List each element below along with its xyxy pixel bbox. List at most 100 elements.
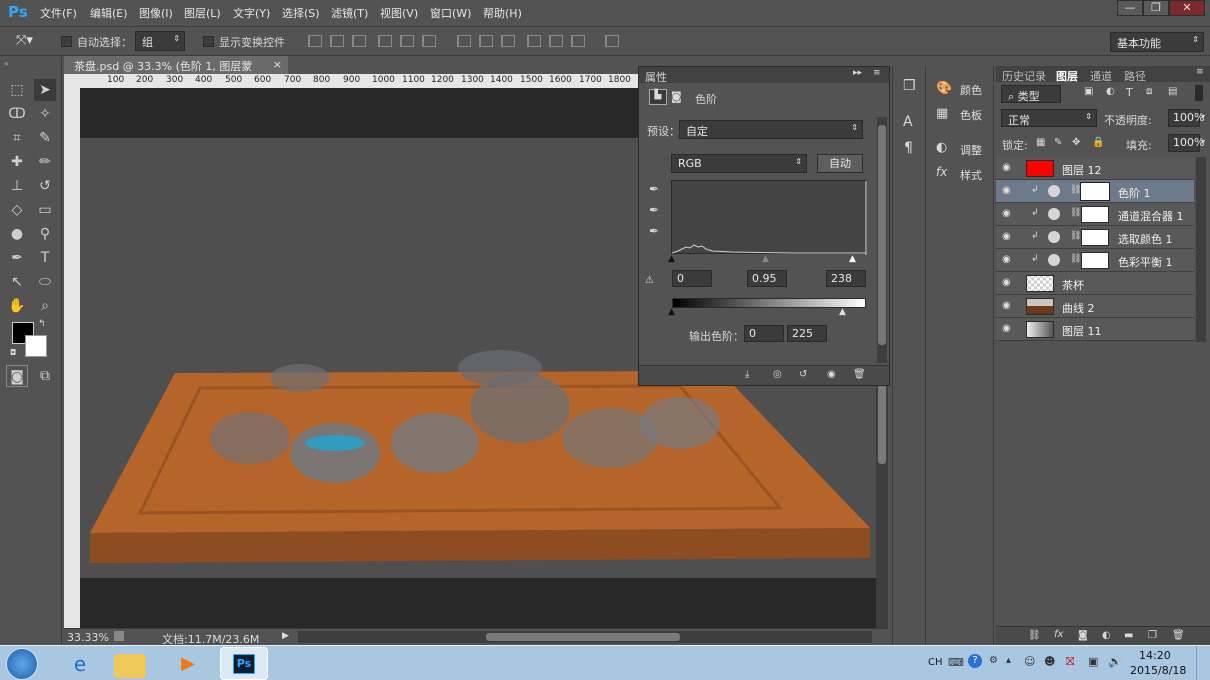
align-bottom-icon[interactable] [352,35,366,47]
blend-mode-dropdown[interactable]: 正常 ⇕ [1001,109,1097,127]
photoshop-taskbar-button[interactable]: Ps [220,647,268,680]
distribute-vcenter-icon[interactable] [479,35,493,47]
levels-icon[interactable]: ▙ [649,89,667,105]
output-black-slider[interactable]: ▲ [668,307,675,317]
panel-menu-icon[interactable]: ≡ [1196,67,1204,77]
menu-edit[interactable]: 编辑(E) [90,5,128,21]
input-white-field[interactable]: 238 [826,270,866,287]
distribute-hcenter-icon[interactable] [549,35,563,47]
screen-mode-icon[interactable]: ⧉ [34,365,56,387]
output-black-field[interactable]: 0 [744,325,784,342]
distribute-bottom-icon[interactable] [501,35,515,47]
layer-row[interactable]: ◉ ↲ ⛓ 选取颜色 1 [996,226,1194,249]
menu-window[interactable]: 窗口(W) [430,5,471,21]
minimize-button[interactable]: — [1117,0,1143,16]
close-tab-icon[interactable]: × [273,58,282,71]
chevron-down-icon[interactable]: ▾ [1201,112,1205,121]
link-icon[interactable]: ⛓ [1070,185,1081,195]
clip-to-layer-icon[interactable]: ⤓ [745,369,749,380]
preset-dropdown[interactable]: 自定 ⇕ [679,120,863,139]
layer-row[interactable]: ◉ 图层 12 [996,157,1194,180]
restore-button[interactable]: ❐ [1143,0,1169,16]
ruler-origin[interactable] [64,74,80,88]
settings-icon[interactable]: ⚙ [989,655,998,666]
eye-icon[interactable]: ◉ [1002,277,1014,288]
align-top-icon[interactable] [308,35,322,47]
show-desktop-button[interactable] [1196,646,1210,680]
eye-icon[interactable]: ◉ [1002,231,1014,242]
layers-scrollbar[interactable] [1196,157,1206,342]
eye-icon[interactable]: ◉ [1002,208,1014,219]
align-hcenter-icon[interactable] [400,35,414,47]
mask-icon[interactable]: ◙ [671,90,682,103]
workspace-dropdown[interactable]: 基本功能 ⇕ [1110,32,1204,52]
menu-type[interactable]: 文字(Y) [233,5,270,21]
white-eyedropper-icon[interactable]: ✒ [649,224,659,238]
reset-icon[interactable]: ↺ [799,369,807,380]
output-white-field[interactable]: 225 [787,325,827,342]
fill-field[interactable]: 100% [1168,134,1204,152]
swap-colors-icon[interactable]: ↰ [38,319,46,329]
display-icon[interactable]: ▣ [1088,655,1098,668]
layer-filter-dropdown[interactable]: ⌕ 类型 [1001,85,1061,103]
new-group-icon[interactable]: ▬ [1124,630,1133,641]
menu-file[interactable]: 文件(F) [40,5,77,21]
volume-icon[interactable]: 🔊 [1108,655,1122,668]
tab-paths[interactable]: 路径 [1124,68,1146,84]
scrollbar-thumb[interactable] [486,633,680,641]
scrollbar-thumb[interactable] [878,125,886,345]
color-panel-label[interactable]: 颜色 [960,82,982,98]
adjustments-icon[interactable]: ◐ [936,140,947,155]
status-arrow-icon[interactable]: ▶ [282,631,289,641]
properties-scrollbar[interactable] [877,117,887,363]
internet-explorer-icon[interactable]: e [60,649,100,679]
menu-layer[interactable]: 图层(L) [184,5,221,21]
layer-row[interactable]: ◉ ↲ ⛓ 色阶 1 [996,180,1194,203]
tab-channels[interactable]: 通道 [1090,68,1112,84]
eye-icon[interactable]: ◉ [1002,162,1014,173]
menu-help[interactable]: 帮助(H) [483,5,522,21]
trash-icon[interactable]: 🗑 [1172,630,1185,641]
layer-row[interactable]: ◉ 图层 11 [996,318,1194,341]
input-gamma-slider[interactable]: ▲ [762,254,769,264]
layer-row[interactable]: ◉ 茶杯 [996,272,1194,295]
panel-menu-icon[interactable]: ≡ [873,68,881,78]
filter-adjustment-icon[interactable]: ◐ [1106,86,1115,97]
link-icon[interactable]: ⛓ [1070,208,1081,218]
auto-button[interactable]: 自动 [817,154,863,173]
collapse-arrows-icon[interactable]: « [4,59,9,68]
scrollbar-thumb[interactable] [878,384,886,464]
input-black-field[interactable]: 0 [672,270,712,287]
auto-align-icon[interactable] [605,35,619,47]
filter-type-icon[interactable]: T [1126,86,1133,99]
chevron-down-icon[interactable]: ▾ [1201,137,1205,146]
distribute-top-icon[interactable] [457,35,471,47]
lock-all-icon[interactable]: 🔒 [1092,137,1104,148]
layer-mask-thumbnail[interactable] [1081,206,1109,223]
qq-icon[interactable]: ☻ [1044,655,1055,668]
layer-mask-thumbnail[interactable] [1081,252,1109,269]
magic-wand-tool-icon[interactable]: ✧ [34,103,56,125]
distribute-right-icon[interactable] [571,35,585,47]
tab-history[interactable]: 历史记录 [1002,68,1046,84]
link-icon[interactable]: ⛓ [1070,231,1081,241]
dodge-tool-icon[interactable]: ⚲ [34,223,56,245]
input-gamma-field[interactable]: 0.95 [747,270,787,287]
styles-panel-label[interactable]: 样式 [960,167,982,183]
swatches-panel-label[interactable]: 色板 [960,107,982,123]
history-brush-tool-icon[interactable]: ↺ [34,175,56,197]
layer-row[interactable]: ◉ ↲ ⛓ 通道混合器 1 [996,203,1194,226]
clock-date[interactable]: 2015/8/18 [1130,664,1186,677]
move-tool-icon[interactable]: ⤧▾ [16,33,33,48]
auto-select-dropdown[interactable]: 组 ⇕ [135,31,185,51]
align-right-icon[interactable] [422,35,436,47]
input-black-slider[interactable]: ▲ [668,254,675,264]
horizontal-scrollbar[interactable] [298,631,872,643]
type-tool-icon[interactable]: T [34,247,56,269]
menu-select[interactable]: 选择(S) [282,5,320,21]
filter-shape-icon[interactable]: ⧈ [1146,86,1152,97]
eye-icon[interactable]: ◉ [1002,185,1014,196]
layer-style-icon[interactable]: fx [1054,629,1063,640]
zoom-level[interactable]: 33.33% [67,631,109,644]
filter-smart-icon[interactable]: ▤ [1168,86,1177,97]
